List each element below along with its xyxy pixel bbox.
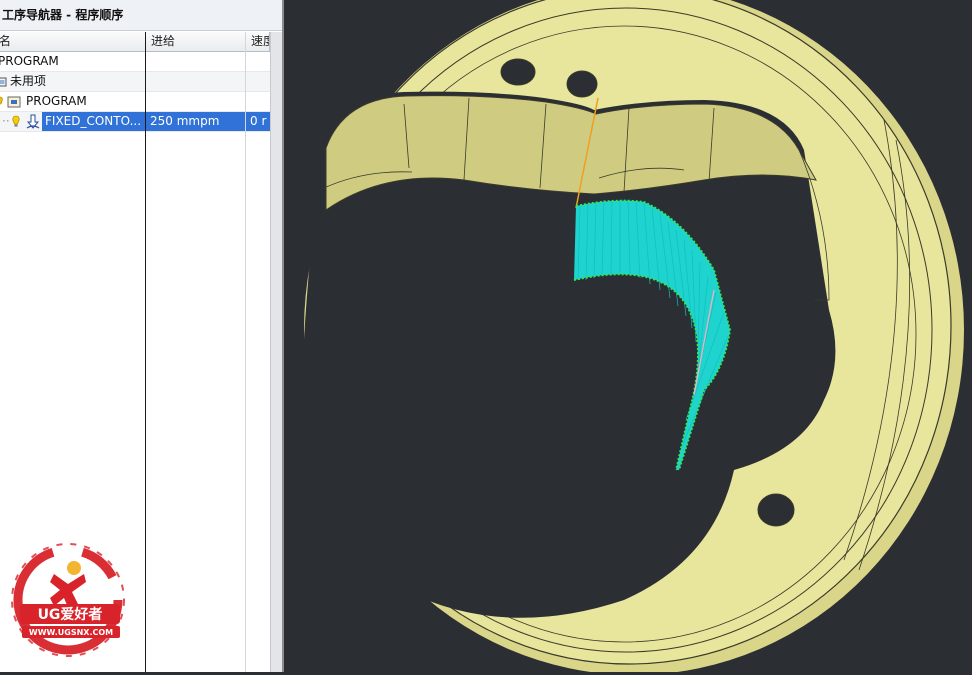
unused-folder-icon [0,72,9,91]
tree-row-unused-items[interactable]: 未用项 [0,72,270,92]
status-flag-icon [0,92,6,111]
column-divider [245,32,246,672]
watermark-url: WWW.UGSNX.COM [29,628,113,637]
navigator-scrollbar[interactable] [270,32,282,672]
tree-row-label: PROGRAM [0,54,59,68]
operation-navigator-panel: 工序导航器 - 程序顺序 名 进给 速度 PROGRAM 未用项 PROGRAM [0,0,282,672]
watermark-brand: UG爱好者 [38,606,103,623]
column-header-feed[interactable]: 进给 [146,32,246,51]
tree-row-label: 未用项 [10,74,47,88]
tree-row-label: FIXED_CONTO... [42,112,145,131]
tree-row-fixed-contour[interactable]: ·· FIXED_CONTO... 250 mmpm 0 r [0,112,270,132]
tree-row-label: PROGRAM [26,94,87,108]
program-folder-icon [7,92,23,111]
panel-title: 工序导航器 - 程序顺序 [0,0,282,31]
column-header-speed[interactable]: 速度 [246,32,270,51]
column-divider [145,32,146,672]
graphics-viewport[interactable] [284,0,972,675]
feed-value: 250 mmpm [146,112,245,131]
tree-row-program-root[interactable]: PROGRAM [0,52,270,72]
fixed-contour-operation-icon [25,112,41,131]
column-header-bar: 名 进给 速度 [0,32,270,52]
status-bulb-icon [12,112,22,131]
column-header-name[interactable]: 名 [0,32,146,51]
tree-connector: ·· [2,114,10,128]
speed-value: 0 r [246,112,270,131]
tree-row-program[interactable]: PROGRAM [0,92,270,112]
ug-watermark-logo: UG爱好者 WWW.UGSNX.COM [10,542,130,660]
